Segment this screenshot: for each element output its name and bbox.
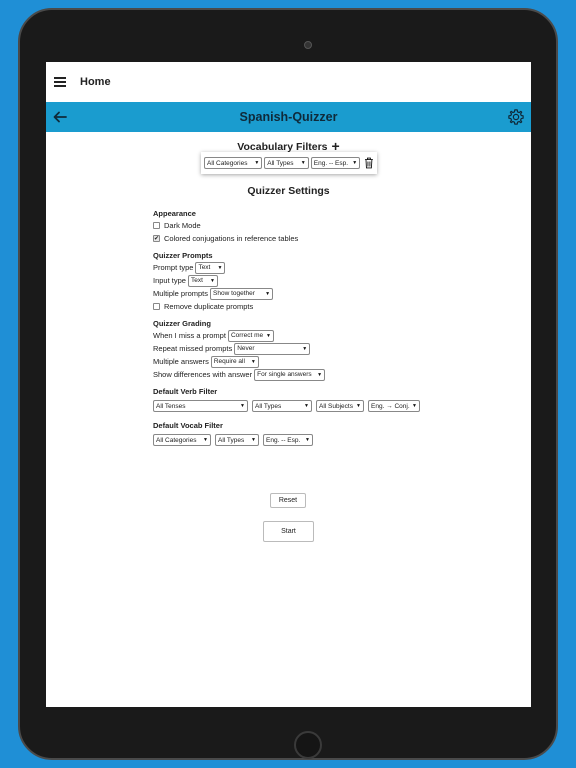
multiple-prompts-value: Show together <box>213 290 255 297</box>
direction-select-value: Eng. -- Esp. <box>313 159 349 167</box>
multiple-answers-value: Require all <box>213 358 245 365</box>
chevron-down-icon: ▼ <box>304 403 309 409</box>
chevron-down-icon: ▼ <box>352 160 358 166</box>
dark-mode-checkbox[interactable] <box>153 222 160 229</box>
reset-button[interactable]: Reset <box>270 493 306 508</box>
multiple-prompts-label: Multiple prompts <box>153 289 209 298</box>
colored-conjugations-checkbox[interactable]: ✔ <box>153 235 160 242</box>
gear-icon[interactable] <box>507 108 525 126</box>
dark-mode-row: Dark Mode <box>153 219 453 232</box>
prompt-type-row: Prompt type Text ▼ <box>153 261 453 274</box>
back-arrow-icon[interactable] <box>52 109 68 125</box>
category-select[interactable]: All Categories ▼ <box>204 157 263 169</box>
input-type-row: Input type Text ▼ <box>153 274 453 287</box>
chevron-down-icon: ▼ <box>412 403 417 409</box>
chevron-down-icon: ▼ <box>251 437 256 443</box>
remove-duplicates-label: Remove duplicate prompts <box>164 302 254 311</box>
grading-heading: Quizzer Grading <box>153 319 211 328</box>
colored-conjugations-label: Colored conjugations in reference tables <box>164 234 299 243</box>
miss-prompt-value: Correct me <box>230 332 264 339</box>
chevron-down-icon: ▼ <box>210 277 215 284</box>
chevron-down-icon: ▼ <box>305 437 310 443</box>
camera <box>304 41 312 49</box>
app-bar: Spanish-Quizzer <box>46 102 531 132</box>
top-bar: Home <box>46 62 531 102</box>
home-title: Home <box>80 76 111 88</box>
vocab-categories-value: All Categories <box>156 436 197 444</box>
chevron-down-icon: ▼ <box>254 160 260 166</box>
verb-tenses-select[interactable]: All Tenses ▼ <box>153 400 248 412</box>
chevron-down-icon: ▼ <box>302 345 308 352</box>
prompts-heading: Quizzer Prompts <box>153 251 213 260</box>
chevron-down-icon: ▼ <box>240 403 245 409</box>
default-vocab-filter-row: All Categories ▼ All Types ▼ Eng. -- Esp. ▼ <box>153 433 453 447</box>
chevron-down-icon: ▼ <box>266 332 271 339</box>
remove-duplicates-row: Remove duplicate prompts <box>153 300 453 313</box>
verb-direction-select[interactable]: Eng. → Conj. ▼ <box>368 400 420 412</box>
miss-prompt-row: When I miss a prompt Correct me ▼ <box>153 329 453 342</box>
miss-prompt-label: When I miss a prompt <box>153 331 226 340</box>
multiple-answers-row: Multiple answers Require all ▼ <box>153 355 453 368</box>
multiple-prompts-row: Multiple prompts Show together ▼ <box>153 287 453 300</box>
prompt-type-label: Prompt type <box>153 263 194 272</box>
input-type-select[interactable]: Text ▼ <box>187 274 218 287</box>
verb-types-select[interactable]: All Types ▼ <box>252 400 312 412</box>
start-button[interactable]: Start <box>263 521 314 542</box>
menu-icon[interactable] <box>54 77 66 87</box>
verb-filter-heading: Default Verb Filter <box>153 387 218 396</box>
chevron-down-icon: ▼ <box>203 437 208 443</box>
quizzer-settings-title: Quizzer Settings <box>247 185 330 197</box>
chevron-down-icon: ▼ <box>265 290 271 297</box>
show-differences-row: Show differences with answer For single … <box>153 368 453 381</box>
appearance-heading: Appearance <box>153 209 196 218</box>
chevron-down-icon: ▼ <box>356 403 361 409</box>
direction-select[interactable]: Eng. -- Esp. ▼ <box>310 157 361 169</box>
verb-subjects-value: All Subjects <box>319 402 353 410</box>
show-differences-value: For single answers <box>257 371 312 378</box>
prompt-type-select[interactable]: Text ▼ <box>195 261 226 274</box>
vocab-types-value: All Types <box>218 436 245 444</box>
category-select-value: All Categories <box>207 159 248 167</box>
chevron-down-icon: ▼ <box>217 264 223 271</box>
prompt-type-value: Text <box>198 264 211 271</box>
vocab-direction-value: Eng. -- Esp. <box>266 436 301 444</box>
chevron-down-icon: ▼ <box>250 358 256 365</box>
vocab-filter-row: All Categories ▼ All Types ▼ Eng. -- Esp. ▼ <box>201 152 377 174</box>
home-button[interactable] <box>294 731 322 759</box>
settings-panel: Appearance Dark Mode ✔ Colored conjugati… <box>153 204 453 447</box>
chevron-down-icon: ▼ <box>317 371 323 378</box>
show-differences-select[interactable]: For single answers ▼ <box>254 368 326 381</box>
verb-tenses-value: All Tenses <box>156 402 186 410</box>
input-type-value: Text <box>190 277 203 284</box>
verb-types-value: All Types <box>255 402 282 410</box>
trash-icon[interactable] <box>364 157 374 169</box>
vocab-direction-select[interactable]: Eng. -- Esp. ▼ <box>263 434 313 446</box>
vocab-categories-select[interactable]: All Categories ▼ <box>153 434 211 446</box>
miss-prompt-select[interactable]: Correct me ▼ <box>227 329 274 342</box>
dark-mode-label: Dark Mode <box>164 221 201 230</box>
app-screen: Home Spanish-Quizzer Vocabulary Filters +… <box>46 62 531 707</box>
input-type-label: Input type <box>153 276 186 285</box>
multiple-answers-label: Multiple answers <box>153 357 209 366</box>
chevron-down-icon: ▼ <box>300 160 306 166</box>
multiple-answers-select[interactable]: Require all ▼ <box>210 355 259 368</box>
multiple-prompts-select[interactable]: Show together ▼ <box>210 287 274 300</box>
remove-duplicates-checkbox[interactable] <box>153 303 160 310</box>
app-title: Spanish-Quizzer <box>239 110 338 124</box>
verb-direction-value: Eng. → Conj. <box>371 402 410 410</box>
repeat-missed-select[interactable]: Never ▼ <box>234 342 311 355</box>
type-select[interactable]: All Types ▼ <box>264 157 309 169</box>
vocab-filter-heading: Default Vocab Filter <box>153 421 223 430</box>
repeat-missed-label: Repeat missed prompts <box>153 344 233 353</box>
verb-filter-row: All Tenses ▼ All Types ▼ All Subjects ▼ Eng… <box>153 399 453 413</box>
repeat-missed-row: Repeat missed prompts Never ▼ <box>153 342 453 355</box>
type-select-value: All Types <box>267 159 294 167</box>
show-differences-label: Show differences with answer <box>153 370 253 379</box>
vocab-types-select[interactable]: All Types ▼ <box>215 434 259 446</box>
verb-subjects-select[interactable]: All Subjects ▼ <box>316 400 364 412</box>
colored-conjugations-row: ✔ Colored conjugations in reference tabl… <box>153 232 453 245</box>
repeat-missed-value: Never <box>237 345 255 352</box>
